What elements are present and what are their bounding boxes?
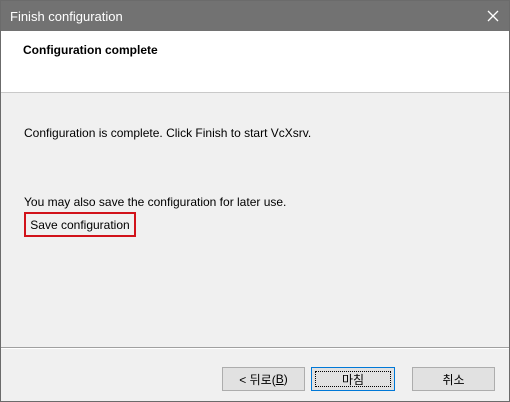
header-panel: Configuration complete xyxy=(1,31,509,93)
page-heading: Configuration complete xyxy=(23,43,158,57)
back-label-prefix: < 뒤로( xyxy=(239,372,276,387)
close-icon xyxy=(487,10,499,22)
close-button[interactable] xyxy=(477,1,509,31)
back-label-suffix: ) xyxy=(283,372,288,386)
save-hint-text: You may also save the configuration for … xyxy=(24,195,287,209)
title-bar[interactable]: Finish configuration xyxy=(1,1,509,31)
completion-message: Configuration is complete. Click Finish … xyxy=(24,126,312,140)
back-button[interactable]: < 뒤로(B) xyxy=(222,367,305,391)
finish-button[interactable]: 마침 xyxy=(311,367,395,391)
back-label-accelerator: B xyxy=(275,372,284,386)
cancel-button[interactable]: 취소 xyxy=(412,367,495,391)
cancel-label: 취소 xyxy=(442,372,465,387)
dialog-window: Finish configuration Configuration compl… xyxy=(0,0,510,402)
focus-rectangle xyxy=(315,371,391,387)
save-configuration-button[interactable]: Save configuration xyxy=(24,212,136,237)
footer-separator xyxy=(1,347,509,349)
window-title: Finish configuration xyxy=(10,9,123,24)
save-configuration-label: Save configuration xyxy=(30,217,130,232)
